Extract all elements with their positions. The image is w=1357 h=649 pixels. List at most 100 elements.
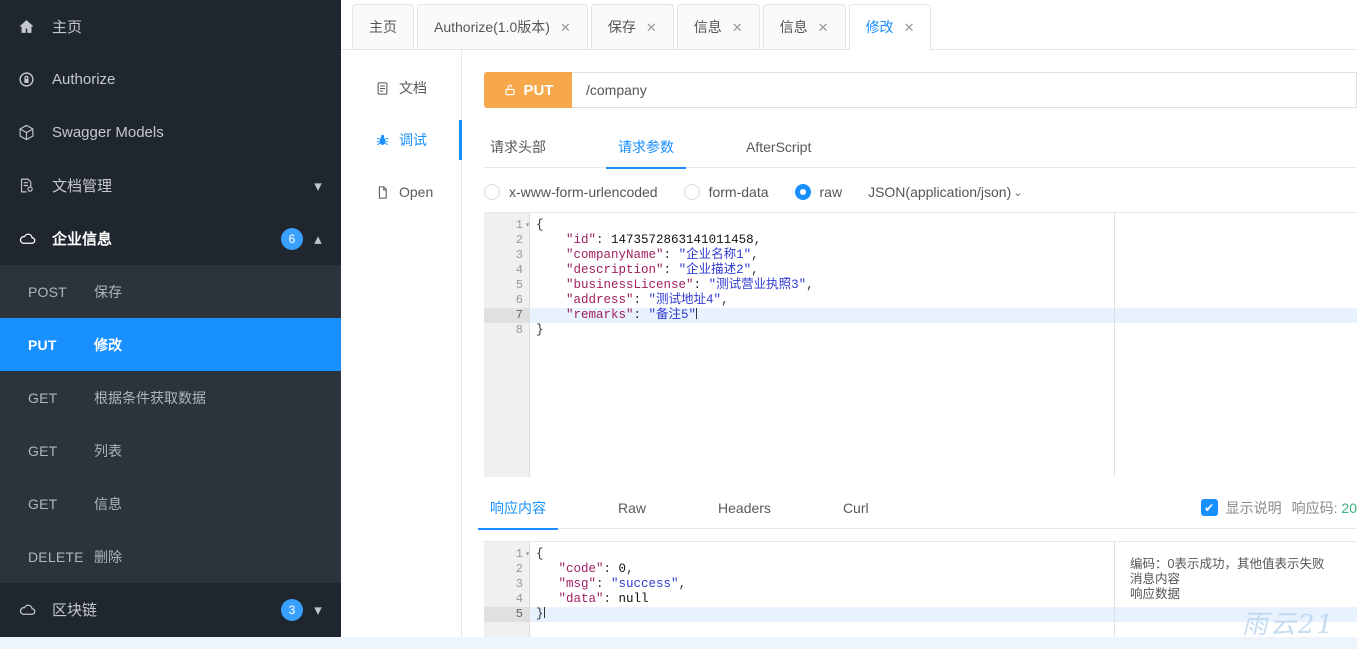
response-tabs: 响应内容 Raw Headers Curl ✔ 显示说明 响应码: 20: [478, 487, 1357, 530]
close-icon[interactable]: ✕: [904, 21, 915, 34]
radio-form-data[interactable]: form-data: [683, 184, 769, 200]
radio-label: raw: [819, 184, 843, 200]
sidebar-endpoint-get-list[interactable]: GET 列表: [0, 424, 341, 477]
http-method-button[interactable]: PUT: [484, 72, 572, 108]
endpoint-name-label: 列表: [94, 442, 122, 459]
tab-request-headers[interactable]: 请求头部: [484, 126, 552, 168]
line-number: 5: [484, 607, 529, 622]
check-icon: ✔: [1200, 499, 1218, 516]
code-token: :: [596, 233, 612, 247]
close-icon[interactable]: ✕: [732, 21, 743, 34]
http-method-label: DELETE: [28, 548, 84, 565]
show-description-checkbox[interactable]: ✔ 显示说明: [1200, 498, 1282, 518]
sidebar-item-swagger-models[interactable]: Swagger Models: [0, 106, 341, 159]
tab-content: 文档 调试 Open PUT /company 请求头部 请求参数 AfterS…: [0, 50, 1357, 649]
close-icon[interactable]: ✕: [560, 21, 571, 34]
sidebar-item-document-management[interactable]: 文档管理 ▾: [0, 159, 341, 212]
sidebar-item-label: 主页: [52, 19, 83, 36]
response-body-editor[interactable]: 1 ▾ 2 3 4 5 { "code": 0, "msg": "success", "d…: [484, 541, 1357, 641]
chevron-up-icon[interactable]: ▴: [311, 230, 325, 248]
status-badge: 3: [281, 598, 303, 621]
tab-response-curl[interactable]: Curl: [837, 487, 875, 529]
checkbox-label: 显示说明: [1225, 499, 1282, 516]
sidebar-endpoint-get-by-condition[interactable]: GET 根据条件获取数据: [0, 371, 341, 424]
tab-label: 信息: [693, 19, 722, 35]
line-number: 2: [515, 233, 523, 247]
request-url-row: PUT /company: [484, 72, 1357, 108]
radio-dot-icon: [683, 184, 700, 200]
rail-item-open[interactable]: Open: [341, 166, 461, 218]
rail-item-document[interactable]: 文档: [341, 62, 461, 114]
close-icon[interactable]: ✕: [646, 21, 657, 34]
http-method-label: GET: [28, 442, 58, 459]
close-icon[interactable]: ✕: [818, 21, 829, 34]
app-root: 主页 Authorize Swagger Models 文档管理 ▾ 企业信息 …: [0, 0, 1357, 649]
tab-request-params[interactable]: 请求参数: [606, 126, 686, 169]
tab-label: 修改: [865, 19, 894, 35]
unlock-icon: [503, 83, 517, 97]
tab-update[interactable]: 修改 ✕: [848, 4, 932, 50]
tab-label: 请求头部: [490, 138, 546, 155]
tab-response-raw[interactable]: Raw: [612, 487, 652, 529]
sidebar-item-home[interactable]: 主页: [0, 0, 341, 53]
rail-item-debug[interactable]: 调试: [341, 114, 462, 166]
sidebar-endpoint-get-info[interactable]: GET 信息: [0, 477, 341, 530]
tab-after-script[interactable]: AfterScript: [740, 126, 817, 168]
line-number: 4: [515, 592, 523, 606]
request-editor-code[interactable]: { "id": 1473572863141011458, "companyNam…: [530, 213, 1357, 477]
tab-response-body[interactable]: 响应内容: [478, 487, 558, 530]
sidebar-item-label: 区块链: [52, 602, 98, 619]
code-token: "remarks": [566, 308, 634, 322]
request-sub-tabs: 请求头部 请求参数 AfterScript: [484, 126, 1357, 169]
code-token: "企业描述2": [678, 263, 752, 277]
code-token: ,: [626, 562, 634, 576]
rail-item-label: 调试: [399, 132, 427, 148]
code-token: ,: [753, 233, 762, 247]
request-body-editor[interactable]: 1 ▾ 2 3 4 5 6 7 8 { "id": 1473572863141011458, "…: [484, 212, 1357, 477]
sidebar-item-blockchain[interactable]: 区块链 3 ▾: [0, 583, 341, 636]
code-token: "businessLicense": [566, 278, 694, 292]
tab-home[interactable]: 主页: [352, 4, 414, 49]
code-token: {: [536, 547, 544, 561]
http-method-label: PUT: [523, 81, 554, 99]
code-token: :: [596, 577, 612, 591]
content-type-select[interactable]: JSON(application/json) ⌄: [868, 184, 1022, 200]
rail-item-label: Open: [399, 184, 434, 200]
line-number: 8: [515, 323, 523, 337]
tab-save[interactable]: 保存 ✕: [590, 4, 674, 49]
sidebar-item-authorize[interactable]: Authorize: [0, 53, 341, 106]
sidebar-endpoint-put-update[interactable]: PUT 修改: [0, 318, 341, 371]
radio-raw[interactable]: raw: [794, 184, 843, 200]
tab-response-headers[interactable]: Headers: [712, 487, 777, 529]
code-token: "data": [558, 592, 604, 606]
request-url-value: /company: [586, 82, 647, 98]
cloud-icon: [18, 600, 42, 619]
sidebar-endpoint-post-save[interactable]: POST 保存: [0, 265, 341, 318]
radio-label: form-data: [708, 184, 769, 200]
sidebar-item-label: Swagger Models: [52, 124, 164, 141]
content-pane: 主页 Authorize(1.0版本) ✕ 保存 ✕ 信息 ✕ 信息 ✕ 修改 …: [0, 0, 1357, 649]
code-token: "id": [566, 233, 597, 247]
editor-vertical-divider: [1114, 213, 1115, 477]
tab-authorize[interactable]: Authorize(1.0版本) ✕: [417, 4, 588, 49]
sidebar-endpoint-delete[interactable]: DELETE 删除: [0, 530, 341, 583]
annotation-line: 编码：0表示成功，其他值表示失败: [1130, 557, 1325, 571]
radio-x-www-form-urlencoded[interactable]: x-www-form-urlencoded: [484, 184, 658, 200]
sidebar-item-enterprise-info[interactable]: 企业信息 6 ▴: [0, 212, 341, 265]
tab-info-2[interactable]: 信息 ✕: [762, 4, 846, 49]
radio-dot-icon: [794, 184, 811, 200]
line-number: 1 ▾: [515, 218, 530, 232]
tab-label: 请求参数: [618, 138, 674, 155]
chevron-down-icon[interactable]: ▾: [311, 177, 325, 195]
bug-icon: [373, 133, 391, 148]
code-token: ,: [751, 248, 759, 262]
response-editor-gutter: 1 ▾ 2 3 4 5: [484, 542, 530, 641]
annotation-line: [1130, 542, 1324, 557]
chevron-down-icon[interactable]: ▾: [311, 601, 325, 619]
code-token: "description": [566, 263, 664, 277]
code-line: }: [530, 607, 1357, 622]
code-token: :: [663, 263, 679, 277]
request-url-input[interactable]: /company: [572, 72, 1357, 108]
tab-info-1[interactable]: 信息 ✕: [676, 4, 760, 49]
code-line: {: [530, 218, 1357, 233]
